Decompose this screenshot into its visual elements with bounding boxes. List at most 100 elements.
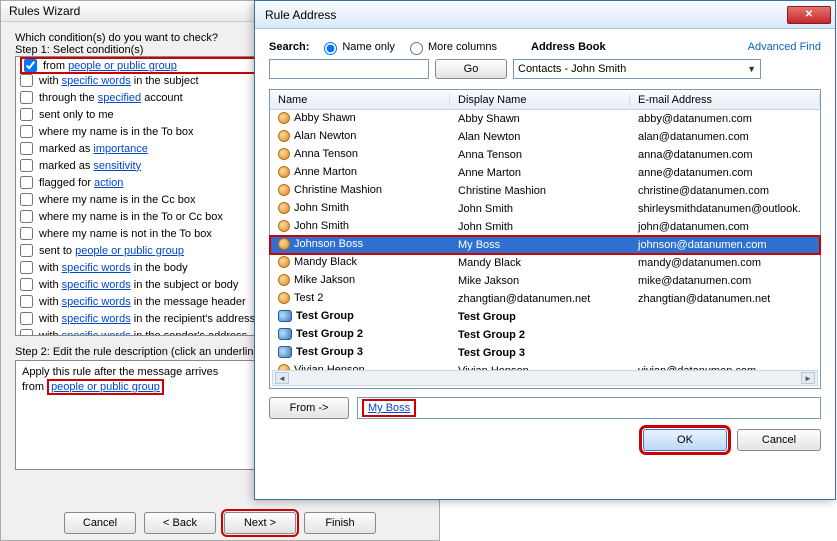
condition-link[interactable]: specific words <box>62 279 131 291</box>
condition-link[interactable]: specified <box>98 92 141 104</box>
condition-checkbox[interactable] <box>20 91 33 104</box>
contact-row[interactable]: Johnson BossMy Bossjohnson@datanumen.com <box>270 236 820 254</box>
condition-text: where my name is not in the To box <box>39 228 212 240</box>
condition-link[interactable]: people or public group <box>75 245 184 257</box>
contact-display: Alan Newton <box>450 131 630 143</box>
contact-name: Abby Shawn <box>294 112 356 124</box>
from-button[interactable]: From -> <box>269 397 349 419</box>
contact-display: Christine Mashion <box>450 185 630 197</box>
contact-name: Test Group <box>296 310 354 322</box>
next-button[interactable]: Next > <box>224 512 296 534</box>
chevron-down-icon: ▼ <box>747 64 756 74</box>
condition-link[interactable]: importance <box>93 143 147 155</box>
condition-checkbox[interactable] <box>20 227 33 240</box>
condition-checkbox[interactable] <box>20 193 33 206</box>
condition-checkbox[interactable] <box>20 261 33 274</box>
close-button[interactable]: ✕ <box>787 6 831 24</box>
desc-from-link[interactable]: people or public group <box>47 379 164 395</box>
contacts-listbox[interactable]: Name Display Name E-mail Address Abby Sh… <box>269 89 821 389</box>
contact-row[interactable]: Anne MartonAnne Martonanne@datanumen.com <box>270 164 820 182</box>
condition-checkbox[interactable] <box>20 176 33 189</box>
horizontal-scrollbar[interactable]: ◄ ► <box>272 370 818 386</box>
group-icon <box>278 310 292 322</box>
condition-link[interactable]: specific words <box>62 296 131 308</box>
col-name[interactable]: Name <box>270 94 450 106</box>
contact-row[interactable]: Test 2zhangtian@datanumen.netzhangtian@d… <box>270 290 820 308</box>
condition-checkbox[interactable] <box>20 142 33 155</box>
scroll-right-icon[interactable]: ► <box>801 372 815 384</box>
person-icon <box>278 220 290 232</box>
contact-row[interactable]: Anna TensonAnna Tensonanna@datanumen.com <box>270 146 820 164</box>
person-icon <box>278 274 290 286</box>
col-display[interactable]: Display Name <box>450 94 630 106</box>
condition-link[interactable]: specific words <box>62 330 131 337</box>
contact-display: Test Group <box>450 311 630 323</box>
person-icon <box>278 184 290 196</box>
advanced-find-link[interactable]: Advanced Find <box>748 41 821 53</box>
condition-checkbox[interactable] <box>20 210 33 223</box>
scroll-left-icon[interactable]: ◄ <box>275 372 289 384</box>
contact-name: John Smith <box>294 220 349 232</box>
contact-email: mike@datanumen.com <box>630 275 820 287</box>
contact-row[interactable]: John SmithJohn Smithjohn@datanumen.com <box>270 218 820 236</box>
radio-more-columns[interactable]: More columns <box>405 39 497 55</box>
condition-checkbox[interactable] <box>20 278 33 291</box>
cancel-button[interactable]: Cancel <box>64 512 136 534</box>
condition-checkbox[interactable] <box>20 312 33 325</box>
condition-link[interactable]: sensitivity <box>93 160 141 172</box>
condition-checkbox[interactable] <box>20 108 33 121</box>
contact-email: abby@datanumen.com <box>630 113 820 125</box>
go-button[interactable]: Go <box>435 59 507 79</box>
address-book-combo[interactable]: Contacts - John Smith ▼ <box>513 59 761 79</box>
contact-name: Test Group 2 <box>296 328 363 340</box>
condition-text: where my name is in the Cc box <box>39 194 196 206</box>
col-email[interactable]: E-mail Address <box>630 94 820 106</box>
back-button[interactable]: < Back <box>144 512 216 534</box>
condition-checkbox[interactable] <box>20 295 33 308</box>
addr-cancel-button[interactable]: Cancel <box>737 429 821 451</box>
contact-row[interactable]: Test Group 2Test Group 2 <box>270 326 820 344</box>
condition-link[interactable]: action <box>94 177 123 189</box>
condition-checkbox[interactable] <box>20 159 33 172</box>
contact-row[interactable]: Mike JaksonMike Jaksonmike@datanumen.com <box>270 272 820 290</box>
from-field-value[interactable]: My Boss <box>368 402 410 414</box>
finish-button[interactable]: Finish <box>304 512 376 534</box>
contact-row[interactable]: Mandy BlackMandy Blackmandy@datanumen.co… <box>270 254 820 272</box>
person-icon <box>278 130 290 142</box>
condition-link[interactable]: specific words <box>62 75 131 87</box>
contact-name: Anna Tenson <box>294 148 358 160</box>
condition-text: where my name is in the To box <box>39 126 193 138</box>
contact-row[interactable]: Test Group 3Test Group 3 <box>270 344 820 362</box>
contact-row[interactable]: John SmithJohn Smithshirleysmithdatanume… <box>270 200 820 218</box>
condition-link[interactable]: specific words <box>62 262 131 274</box>
contacts-header: Name Display Name E-mail Address <box>270 90 820 110</box>
condition-checkbox[interactable] <box>20 74 33 87</box>
radio-more-columns-input[interactable] <box>410 42 423 55</box>
ok-button[interactable]: OK <box>643 429 727 451</box>
condition-checkbox[interactable] <box>24 59 37 72</box>
condition-checkbox[interactable] <box>20 329 33 336</box>
condition-text: with specific words in the subject or bo… <box>39 279 238 291</box>
condition-text: where my name is in the To or Cc box <box>39 211 223 223</box>
condition-checkbox[interactable] <box>20 244 33 257</box>
contact-row[interactable]: Test Group Test Group <box>270 308 820 326</box>
search-input[interactable] <box>269 59 429 79</box>
contact-display: Anna Tenson <box>450 149 630 161</box>
from-field[interactable]: My Boss <box>357 397 821 419</box>
rule-address-titlebar[interactable]: Rule Address ✕ <box>255 1 835 29</box>
person-icon <box>278 256 290 268</box>
contact-name: Johnson Boss <box>294 238 363 250</box>
address-book-label: Address Book <box>531 41 606 53</box>
contact-display: zhangtian@datanumen.net <box>450 293 630 305</box>
group-icon <box>278 328 292 340</box>
contact-row[interactable]: Abby ShawnAbby Shawnabby@datanumen.com <box>270 110 820 128</box>
contact-row[interactable]: Christine MashionChristine Mashionchrist… <box>270 182 820 200</box>
rule-address-title: Rule Address <box>265 8 787 22</box>
radio-name-only-input[interactable] <box>324 42 337 55</box>
contact-row[interactable]: Alan NewtonAlan Newtonalan@datanumen.com <box>270 128 820 146</box>
contact-email: anna@datanumen.com <box>630 149 820 161</box>
condition-link[interactable]: specific words <box>62 313 131 325</box>
condition-link[interactable]: people or public group <box>68 60 177 72</box>
radio-name-only[interactable]: Name only <box>319 39 395 55</box>
condition-checkbox[interactable] <box>20 125 33 138</box>
